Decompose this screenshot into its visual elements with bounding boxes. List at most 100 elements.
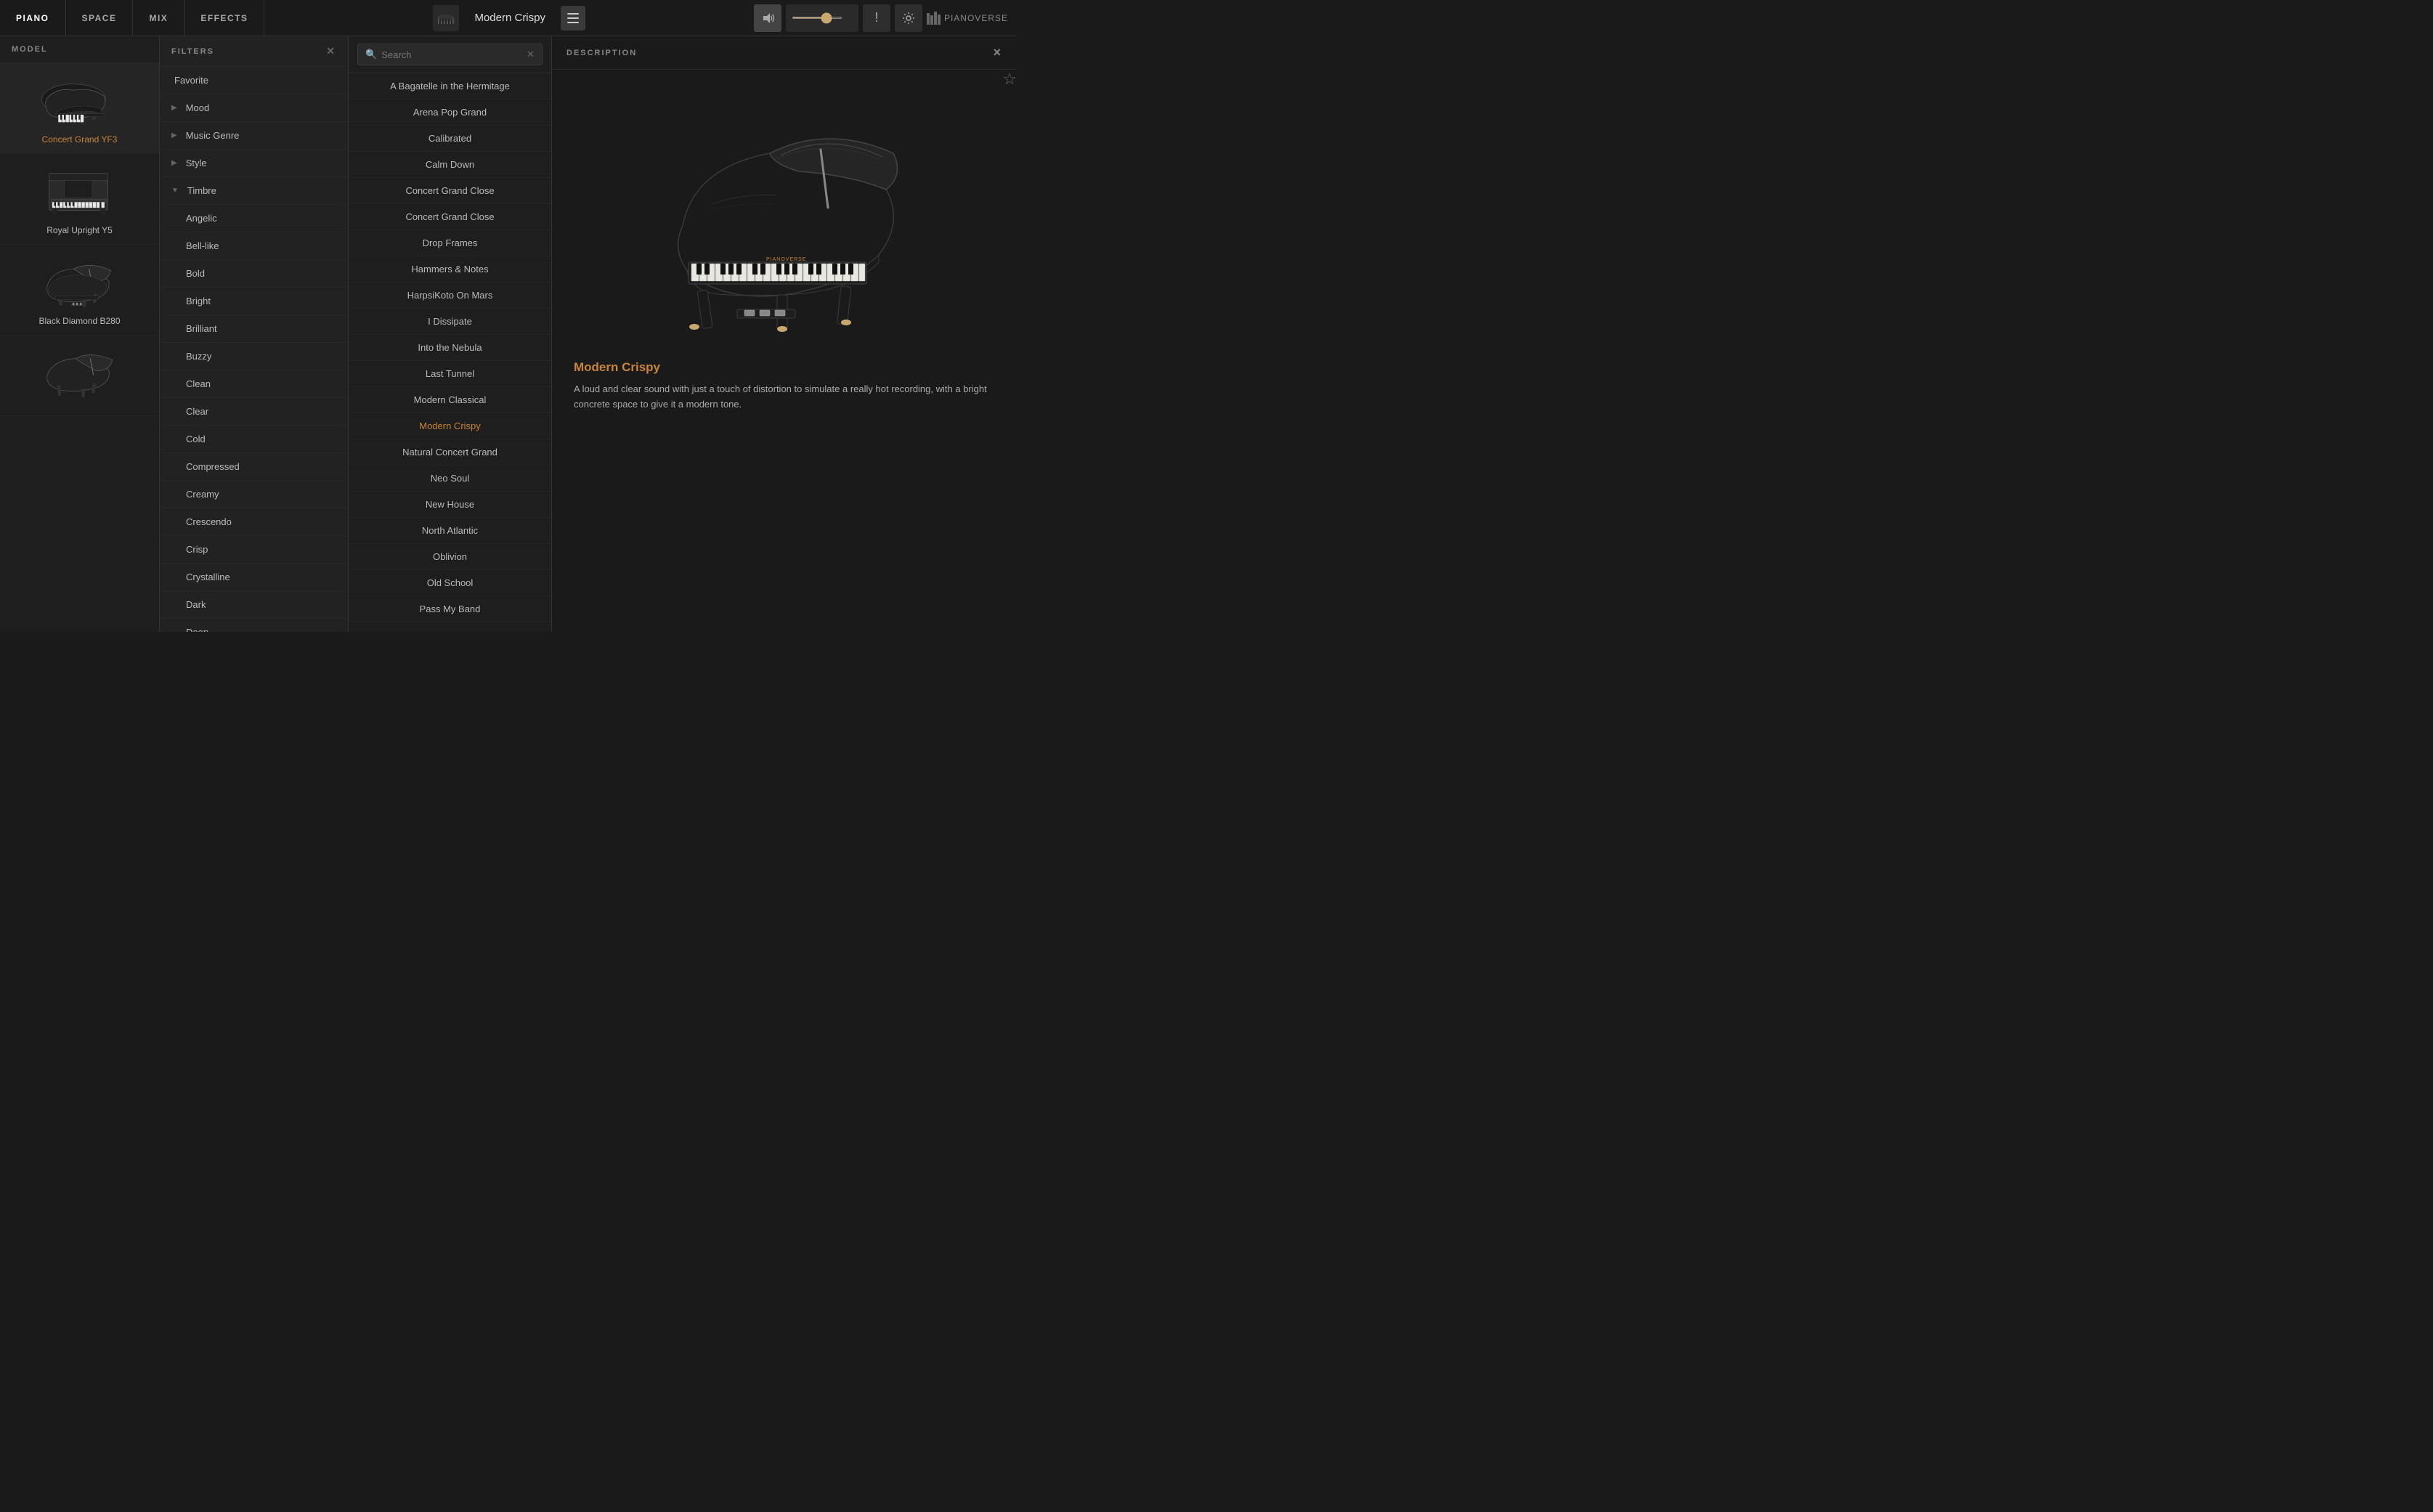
filter-crescendo[interactable]: Crescendo: [160, 508, 348, 536]
model-item-4[interactable]: [0, 336, 159, 416]
filter-mood[interactable]: ▶ Mood: [160, 94, 348, 122]
preset-item-harpsikoto[interactable]: HarpsiKoto On Mars: [349, 283, 551, 309]
filter-cold[interactable]: Cold: [160, 426, 348, 453]
filter-clean[interactable]: Clean: [160, 370, 348, 398]
filter-bell-like-label: Bell-like: [186, 240, 219, 251]
preset-item-natural-concert[interactable]: Natural Concert Grand: [349, 439, 551, 466]
filter-music-genre[interactable]: ▶ Music Genre: [160, 122, 348, 150]
search-input[interactable]: [381, 49, 522, 60]
filter-bold-label: Bold: [186, 268, 205, 279]
model-item-royal-upright-y5[interactable]: Royal Upright Y5: [0, 154, 159, 245]
preset-item-hammers-notes[interactable]: Hammers & Notes: [349, 256, 551, 283]
filter-creamy-label: Creamy: [186, 489, 219, 500]
filter-music-genre-label: Music Genre: [186, 130, 240, 141]
arrow-right-icon-2: ▶: [171, 131, 177, 139]
filter-timbre[interactable]: ▼ Timbre: [160, 177, 348, 205]
filter-angelic[interactable]: Angelic: [160, 205, 348, 232]
model-item-black-diamond-b280[interactable]: Black Diamond B280: [0, 245, 159, 336]
arrow-right-icon: ▶: [171, 104, 177, 112]
model-name-y5: Royal Upright Y5: [46, 225, 113, 235]
main-area: MODEL: [0, 36, 1017, 632]
filter-bright-label: Bright: [186, 296, 211, 306]
filter-crisp[interactable]: Crisp: [160, 536, 348, 564]
filter-brilliant-label: Brilliant: [186, 323, 217, 334]
filter-bright[interactable]: Bright: [160, 288, 348, 315]
filter-cold-label: Cold: [186, 434, 206, 444]
current-preset-name: Modern Crispy: [466, 12, 553, 24]
settings-button[interactable]: [895, 4, 922, 32]
filter-compressed[interactable]: Compressed: [160, 453, 348, 481]
model-name-yf3: Concert Grand YF3: [42, 134, 118, 145]
preset-item-north-atlantic[interactable]: North Atlantic: [349, 518, 551, 544]
hamburger-line-1: [567, 13, 579, 15]
description-close-button[interactable]: ×: [993, 45, 1002, 60]
preset-item-drop-frames[interactable]: Drop Frames: [349, 230, 551, 256]
filter-crisp-label: Crisp: [186, 544, 208, 555]
preset-description-text: A loud and clear sound with just a touch…: [574, 382, 995, 412]
presets-list: A Bagatelle in the Hermitage Arena Pop G…: [349, 73, 551, 632]
filter-crystalline[interactable]: Crystalline: [160, 564, 348, 591]
search-clear-button[interactable]: ✕: [527, 49, 535, 60]
nav-right-controls: ! PIANOVERSE: [754, 4, 1017, 32]
middle-section: FILTERS ✕ Favorite ▶ Mood ▶ Music Genre …: [160, 36, 1017, 632]
preset-item-old-school[interactable]: Old School: [349, 570, 551, 596]
preset-item-last-tunnel[interactable]: Last Tunnel: [349, 361, 551, 387]
filter-bold[interactable]: Bold: [160, 260, 348, 288]
models-header: MODEL: [0, 36, 159, 63]
description-title: DESCRIPTION: [566, 49, 637, 57]
tab-effects[interactable]: EFFECTS: [184, 0, 264, 36]
filter-style[interactable]: ▶ Style: [160, 150, 348, 177]
search-icon: 🔍: [365, 49, 377, 60]
filter-favorite[interactable]: Favorite: [160, 67, 348, 94]
filter-dark[interactable]: Dark: [160, 591, 348, 619]
preset-item-pass-my-band[interactable]: Pass My Band: [349, 596, 551, 622]
filter-buzzy[interactable]: Buzzy: [160, 343, 348, 370]
tab-mix[interactable]: MIX: [133, 0, 184, 36]
preset-item-neo-soul[interactable]: Neo Soul: [349, 466, 551, 492]
filter-creamy[interactable]: Creamy: [160, 481, 348, 508]
filter-brilliant[interactable]: Brilliant: [160, 315, 348, 343]
filter-bell-like[interactable]: Bell-like: [160, 232, 348, 260]
preset-item-concert-grand-close-1[interactable]: Concert Grand Close: [349, 178, 551, 204]
model-item-concert-grand-yf3[interactable]: Concert Grand YF3: [0, 63, 159, 154]
filters-close-button[interactable]: ✕: [326, 45, 336, 57]
preset-item-concert-grand-close-2[interactable]: Concert Grand Close: [349, 204, 551, 230]
alert-button[interactable]: !: [863, 4, 890, 32]
hamburger-line-2: [567, 17, 579, 19]
preset-item-into-nebula[interactable]: Into the Nebula: [349, 335, 551, 361]
filter-style-label: Style: [186, 158, 207, 168]
volume-slider-container: [786, 4, 858, 32]
volume-slider[interactable]: [792, 17, 842, 19]
filter-deep-label: Deep: [186, 627, 208, 632]
tab-space[interactable]: SPACE: [66, 0, 134, 36]
preset-item-new-house[interactable]: New House: [349, 492, 551, 518]
preset-item-calm-down[interactable]: Calm Down: [349, 152, 551, 178]
filter-deep[interactable]: Deep: [160, 619, 348, 632]
filter-favorite-label: Favorite: [174, 75, 208, 86]
preset-description-title: Modern Crispy: [574, 360, 995, 375]
filters-panel: FILTERS ✕ Favorite ▶ Mood ▶ Music Genre …: [160, 36, 349, 632]
preset-item-calibrated[interactable]: Calibrated: [349, 126, 551, 152]
preset-item-bagatelle[interactable]: A Bagatelle in the Hermitage: [349, 73, 551, 99]
filter-compressed-label: Compressed: [186, 461, 240, 472]
filter-clear-label: Clear: [186, 406, 208, 417]
filter-clear[interactable]: Clear: [160, 398, 348, 426]
hamburger-line-3: [567, 22, 579, 23]
models-panel: MODEL: [0, 36, 160, 632]
filter-crystalline-label: Crystalline: [186, 572, 230, 582]
filter-dark-label: Dark: [186, 599, 206, 610]
hamburger-menu-button[interactable]: [561, 6, 585, 31]
preset-item-oblivion[interactable]: Oblivion: [349, 544, 551, 570]
piano-preview-image: PIANOVERSE: [566, 84, 1002, 360]
preset-item-modern-crispy[interactable]: Modern Crispy: [349, 413, 551, 439]
filters-header: FILTERS ✕: [160, 36, 348, 67]
preset-item-arena-pop[interactable]: Arena Pop Grand: [349, 99, 551, 126]
filter-buzzy-label: Buzzy: [186, 351, 211, 362]
favorite-star-button[interactable]: ☆: [1002, 70, 1017, 89]
preset-item-i-dissipate[interactable]: I Dissipate: [349, 309, 551, 335]
brand-name: PIANOVERSE: [944, 13, 1008, 23]
preset-item-modern-classical[interactable]: Modern Classical: [349, 387, 551, 413]
tab-piano[interactable]: PIANO: [0, 0, 66, 36]
filter-crescendo-label: Crescendo: [186, 516, 232, 527]
mute-button[interactable]: [754, 4, 781, 32]
